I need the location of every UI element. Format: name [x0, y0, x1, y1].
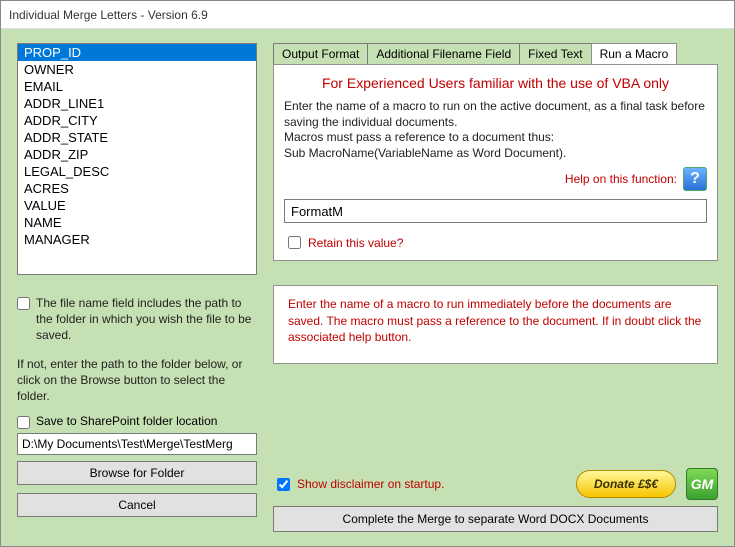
right-column: Output Format Additional Filename Field …: [273, 43, 718, 532]
macro-name-input[interactable]: [284, 199, 707, 223]
list-item[interactable]: NAME: [18, 214, 256, 231]
retain-checkbox[interactable]: [288, 236, 301, 249]
list-item[interactable]: PROP_ID: [18, 44, 256, 61]
retain-label: Retain this value?: [308, 236, 403, 250]
main-window: Individual Merge Letters - Version 6.9 P…: [0, 0, 735, 547]
macro-desc-2: Macros must pass a reference to a docume…: [284, 130, 707, 146]
tab-fixed-text[interactable]: Fixed Text: [519, 43, 591, 64]
help-row: Help on this function: ?: [284, 167, 707, 191]
sharepoint-row: Save to SharePoint folder location: [17, 414, 257, 429]
list-item[interactable]: OWNER: [18, 61, 256, 78]
left-column: PROP_IDOWNEREMAILADDR_LINE1ADDR_CITYADDR…: [17, 43, 257, 532]
tab-additional-filename[interactable]: Additional Filename Field: [367, 43, 520, 64]
window-title: Individual Merge Letters - Version 6.9: [9, 8, 208, 22]
tab-run-macro[interactable]: Run a Macro: [591, 43, 678, 64]
titlebar: Individual Merge Letters - Version 6.9: [1, 1, 734, 29]
show-disclaimer-label: Show disclaimer on startup.: [297, 477, 444, 491]
list-item[interactable]: ADDR_CITY: [18, 112, 256, 129]
list-item[interactable]: ACRES: [18, 180, 256, 197]
path-includes-checkbox[interactable]: [17, 297, 30, 310]
list-item[interactable]: ADDR_LINE1: [18, 95, 256, 112]
list-item[interactable]: EMAIL: [18, 78, 256, 95]
folder-path-input[interactable]: [17, 433, 257, 455]
gm-logo-icon[interactable]: GM: [686, 468, 718, 500]
sharepoint-label: Save to SharePoint folder location: [36, 414, 217, 428]
path-desc-text: The file name field includes the path to…: [36, 295, 257, 344]
tab-output-format[interactable]: Output Format: [273, 43, 368, 64]
donate-button[interactable]: Donate £$€: [576, 470, 676, 498]
help-label: Help on this function:: [565, 172, 677, 186]
show-disclaimer-row: Show disclaimer on startup.: [273, 475, 444, 494]
path-desc-row: The file name field includes the path to…: [17, 295, 257, 344]
vba-warning: For Experienced Users familiar with the …: [284, 75, 707, 91]
bottom-row-1: Show disclaimer on startup. Donate £$€ G…: [273, 468, 718, 500]
macro-desc-3: Sub MacroName(VariableName as Word Docum…: [284, 146, 707, 162]
complete-label: Complete the Merge to separate Word DOCX…: [343, 512, 649, 526]
fields-listbox[interactable]: PROP_IDOWNEREMAILADDR_LINE1ADDR_CITYADDR…: [17, 43, 257, 275]
sharepoint-checkbox[interactable]: [17, 416, 30, 429]
list-item[interactable]: VALUE: [18, 197, 256, 214]
list-item[interactable]: ADDR_ZIP: [18, 146, 256, 163]
browse-folder-button[interactable]: Browse for Folder: [17, 461, 257, 485]
show-disclaimer-checkbox[interactable]: [277, 478, 290, 491]
cancel-button[interactable]: Cancel: [17, 493, 257, 517]
complete-merge-button[interactable]: Complete the Merge to separate Word DOCX…: [273, 506, 718, 532]
browse-label: Browse for Folder: [90, 466, 185, 480]
bottom-right: Show disclaimer on startup. Donate £$€ G…: [273, 468, 718, 532]
tab-strip: Output Format Additional Filename Field …: [273, 43, 718, 64]
retain-row: Retain this value?: [284, 233, 707, 252]
help-icon[interactable]: ?: [683, 167, 707, 191]
list-item[interactable]: ADDR_STATE: [18, 129, 256, 146]
macro-desc-1: Enter the name of a macro to run on the …: [284, 99, 707, 130]
tab-panel-macro: For Experienced Users familiar with the …: [273, 64, 718, 261]
list-item[interactable]: MANAGER: [18, 231, 256, 248]
path-note-text: If not, enter the path to the folder bel…: [17, 356, 257, 405]
info-box: Enter the name of a macro to run immedia…: [273, 285, 718, 364]
list-item[interactable]: LEGAL_DESC: [18, 163, 256, 180]
cancel-label: Cancel: [118, 498, 155, 512]
content-area: PROP_IDOWNEREMAILADDR_LINE1ADDR_CITYADDR…: [1, 29, 734, 546]
